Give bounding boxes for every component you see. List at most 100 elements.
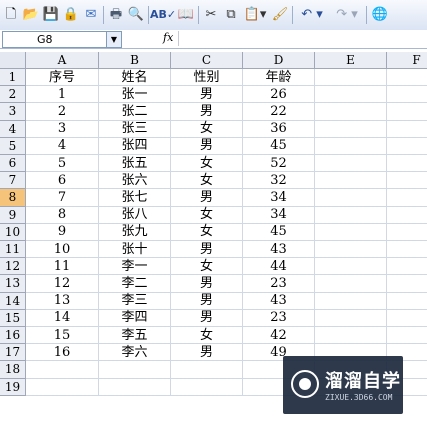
cell-d11[interactable]: 43 (243, 241, 315, 259)
cell-b13[interactable]: 李二 (99, 275, 171, 293)
cell-e10[interactable] (315, 223, 387, 241)
cell-f8[interactable] (387, 189, 427, 207)
row-header-15[interactable]: 15 (0, 309, 26, 327)
cell-e6[interactable] (315, 155, 387, 173)
column-header-a[interactable]: A (26, 52, 99, 69)
cell-c19[interactable] (171, 378, 243, 396)
row-header-13[interactable]: 13 (0, 275, 26, 293)
cell-c18[interactable] (171, 361, 243, 379)
cell-c14[interactable]: 男 (171, 292, 243, 310)
cut-icon[interactable]: ✂ (203, 6, 219, 24)
cell-e9[interactable] (315, 206, 387, 224)
cell-a1[interactable]: 序号 (26, 69, 99, 87)
row-header-14[interactable]: 14 (0, 292, 26, 310)
cell-e8[interactable] (315, 189, 387, 207)
cell-f9[interactable] (387, 207, 427, 224)
row-header-9[interactable]: 9 (0, 206, 26, 224)
cell-d16[interactable]: 42 (243, 327, 315, 345)
cell-f1[interactable] (387, 69, 427, 87)
cell-d5[interactable]: 45 (243, 137, 315, 155)
cell-d6[interactable]: 52 (243, 155, 315, 173)
cell-e5[interactable] (315, 137, 387, 155)
cell-d7[interactable]: 32 (243, 172, 315, 190)
cell-c8[interactable]: 男 (171, 189, 243, 207)
permission-icon[interactable]: 🔒 (63, 6, 79, 24)
cell-a12[interactable]: 11 (26, 258, 99, 276)
cell-f10[interactable] (387, 224, 427, 241)
cell-d10[interactable]: 45 (243, 223, 315, 241)
cell-d12[interactable]: 44 (243, 258, 315, 276)
name-box[interactable]: G8 (2, 31, 108, 48)
cell-d14[interactable]: 43 (243, 292, 315, 310)
row-header-16[interactable]: 16 (0, 327, 26, 345)
cell-e1[interactable] (315, 69, 387, 87)
cell-c17[interactable]: 男 (171, 344, 243, 362)
cell-f16[interactable] (387, 327, 427, 345)
row-header-10[interactable]: 10 (0, 223, 26, 241)
cell-e11[interactable] (315, 241, 387, 259)
cell-c10[interactable]: 女 (171, 223, 243, 241)
cell-b15[interactable]: 李四 (99, 309, 171, 327)
cell-b19[interactable] (99, 378, 171, 396)
cell-b16[interactable]: 李五 (99, 327, 171, 345)
cell-a14[interactable]: 13 (26, 292, 99, 310)
cell-a18[interactable] (26, 361, 99, 379)
cell-c2[interactable]: 男 (171, 86, 243, 104)
cell-f4[interactable] (387, 121, 427, 138)
cell-f13[interactable] (387, 275, 427, 293)
cell-d4[interactable]: 36 (243, 120, 315, 138)
row-header-18[interactable]: 18 (0, 361, 26, 379)
cell-c1[interactable]: 性别 (171, 69, 243, 87)
hyperlink-icon[interactable]: 🌐 (372, 6, 388, 24)
cell-a17[interactable]: 16 (26, 344, 99, 362)
cell-f15[interactable] (387, 310, 427, 327)
cell-c5[interactable]: 男 (171, 137, 243, 155)
cell-f2[interactable] (387, 86, 427, 104)
print-icon[interactable]: 🖶 (108, 6, 124, 24)
row-header-17[interactable]: 17 (0, 344, 26, 362)
cell-a5[interactable]: 4 (26, 137, 99, 155)
cell-a15[interactable]: 14 (26, 309, 99, 327)
cell-b18[interactable] (99, 361, 171, 379)
new-icon[interactable]: 🗋 (3, 6, 19, 24)
cell-d8[interactable]: 34 (243, 189, 315, 207)
cell-c7[interactable]: 女 (171, 172, 243, 190)
cell-a3[interactable]: 2 (26, 103, 99, 121)
cell-c6[interactable]: 女 (171, 155, 243, 173)
cell-f3[interactable] (387, 103, 427, 121)
cell-b17[interactable]: 李六 (99, 344, 171, 362)
spelling-icon[interactable]: AB✓ (150, 6, 176, 24)
cell-f12[interactable] (387, 258, 427, 276)
undo-icon[interactable]: ↶ ▾ (297, 6, 327, 24)
cell-b9[interactable]: 张八 (99, 206, 171, 224)
column-header-b[interactable]: B (99, 52, 171, 69)
cell-b5[interactable]: 张四 (99, 137, 171, 155)
row-header-4[interactable]: 4 (0, 120, 26, 138)
cell-c3[interactable]: 男 (171, 103, 243, 121)
row-header-7[interactable]: 7 (0, 172, 26, 190)
cell-f11[interactable] (387, 241, 427, 259)
row-header-1[interactable]: 1 (0, 69, 26, 87)
cell-d3[interactable]: 22 (243, 103, 315, 121)
cell-a10[interactable]: 9 (26, 223, 99, 241)
row-header-12[interactable]: 12 (0, 258, 26, 276)
column-header-f[interactable]: F (387, 52, 427, 69)
formula-input[interactable] (178, 31, 426, 46)
print-preview-icon[interactable]: 🔍 (128, 6, 144, 24)
cell-e3[interactable] (315, 103, 387, 121)
cell-d1[interactable]: 年龄 (243, 69, 315, 87)
cell-b8[interactable]: 张七 (99, 189, 171, 207)
cell-a16[interactable]: 15 (26, 327, 99, 345)
column-header-e[interactable]: E (315, 52, 387, 69)
cell-b12[interactable]: 李一 (99, 258, 171, 276)
cell-d2[interactable]: 26 (243, 86, 315, 104)
row-header-19[interactable]: 19 (0, 378, 26, 396)
cell-b6[interactable]: 张五 (99, 155, 171, 173)
cell-d13[interactable]: 23 (243, 275, 315, 293)
cell-e4[interactable] (315, 120, 387, 138)
row-header-2[interactable]: 2 (0, 86, 26, 104)
cell-f7[interactable] (387, 172, 427, 190)
row-header-5[interactable]: 5 (0, 137, 26, 155)
cell-e12[interactable] (315, 258, 387, 276)
cell-a19[interactable] (26, 378, 99, 396)
